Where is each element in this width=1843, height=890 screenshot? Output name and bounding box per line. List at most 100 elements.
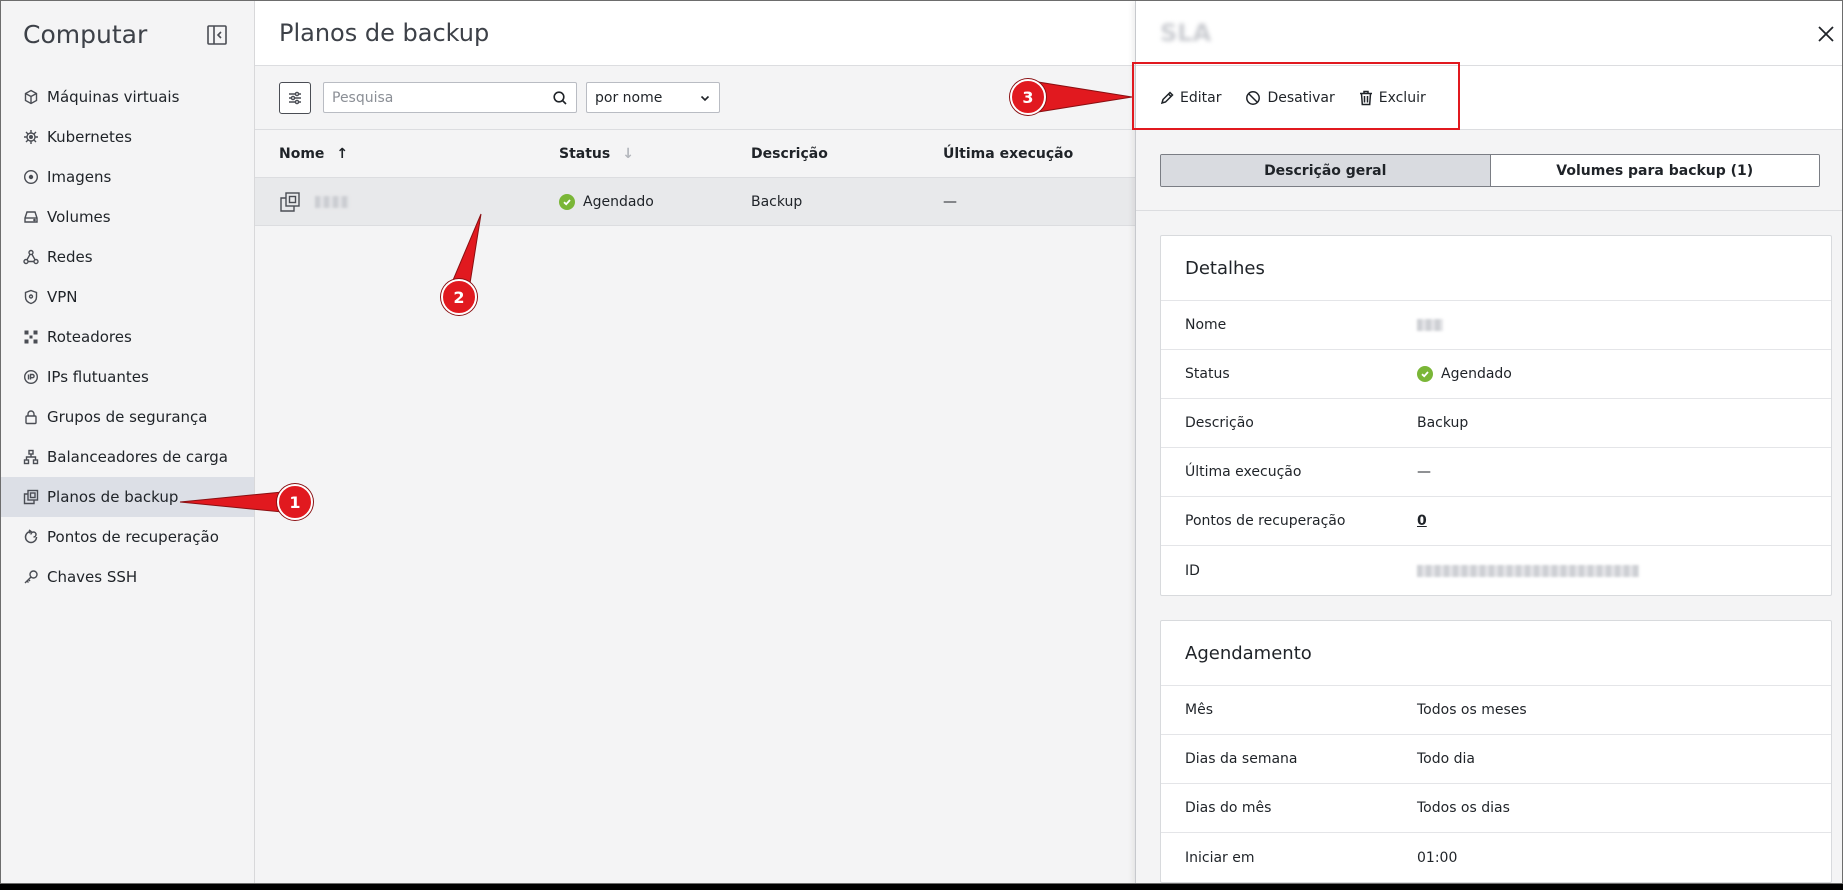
detail-panel: SLA Editar Desativar Excluir Descrição g… xyxy=(1135,1,1842,883)
sort-ascending-icon: ↑ xyxy=(336,145,349,162)
schedule-card-title: Agendamento xyxy=(1161,621,1831,686)
sidebar-item-planos-de-backup[interactable]: Planos de backup xyxy=(1,477,254,517)
schedule-value: 01:00 xyxy=(1417,849,1458,866)
sidebar-item-grupos-de-seguranca[interactable]: Grupos de segurança xyxy=(1,397,254,437)
load-balancer-icon xyxy=(23,449,39,465)
detail-key: Status xyxy=(1185,366,1230,382)
search-input[interactable] xyxy=(332,89,552,106)
redacted-name xyxy=(1417,319,1443,331)
main-content: Planos de backup por nome Nome ↑ Status … xyxy=(255,1,1135,883)
sidebar-item-label: Roteadores xyxy=(47,328,132,346)
tab-volumes-para-backup[interactable]: Volumes para backup (1) xyxy=(1489,155,1819,186)
edit-label: Editar xyxy=(1180,89,1222,106)
search-field xyxy=(323,82,577,113)
filter-button[interactable] xyxy=(279,81,311,114)
column-header-label: Status xyxy=(559,145,611,162)
status-text: Agendado xyxy=(583,193,654,210)
edit-button[interactable]: Editar xyxy=(1160,90,1221,106)
sidebar-item-label: VPN xyxy=(47,288,78,306)
sort-indicator-icon: ↓ xyxy=(622,145,634,162)
search-icon[interactable] xyxy=(552,90,568,106)
table-row[interactable]: Agendado Backup — xyxy=(255,178,1135,226)
schedule-card: Agendamento Mês Todos os meses Dias da s… xyxy=(1160,620,1832,883)
drive-icon xyxy=(23,209,39,225)
schedule-value: Todos os dias xyxy=(1417,800,1510,816)
backup-plan-icon xyxy=(280,191,300,212)
sidebar-item-imagens[interactable]: Imagens xyxy=(1,157,254,197)
schedule-key: Mês xyxy=(1185,702,1213,718)
sliders-icon xyxy=(289,91,301,104)
panel-header: SLA xyxy=(1136,1,1842,66)
floating-ip-icon xyxy=(23,369,39,385)
schedule-key: Iniciar em xyxy=(1185,849,1255,866)
detail-value xyxy=(1417,319,1443,331)
app-window: Computar Máquinas virtuais Kubernetes Im… xyxy=(0,0,1843,884)
collapse-sidebar-icon[interactable] xyxy=(205,23,229,47)
schedule-row-start-at: Iniciar em 01:00 xyxy=(1161,833,1831,882)
detail-row-status: Status Agendado xyxy=(1161,350,1831,399)
sidebar: Computar Máquinas virtuais Kubernetes Im… xyxy=(1,1,255,883)
sidebar-item-label: Grupos de segurança xyxy=(47,408,208,426)
disable-button[interactable]: Desativar xyxy=(1245,89,1335,106)
sidebar-nav: Máquinas virtuais Kubernetes Imagens Vol… xyxy=(1,77,254,597)
page-title: Planos de backup xyxy=(279,19,490,47)
column-header-last-run[interactable]: Última execução xyxy=(943,146,1135,162)
sidebar-item-pontos-de-recuperacao[interactable]: Pontos de recuperação xyxy=(1,517,254,557)
sidebar-item-redes[interactable]: Redes xyxy=(1,237,254,277)
network-icon xyxy=(23,249,39,265)
sidebar-item-label: Balanceadores de carga xyxy=(47,448,228,466)
column-header-name[interactable]: Nome ↑ xyxy=(255,146,559,162)
chevron-down-icon xyxy=(700,95,710,101)
sidebar-item-volumes[interactable]: Volumes xyxy=(1,197,254,237)
sidebar-item-maquinas-virtuais[interactable]: Máquinas virtuais xyxy=(1,77,254,117)
recovery-icon xyxy=(23,529,39,545)
disable-label: Desativar xyxy=(1267,89,1335,106)
sort-select[interactable]: por nome xyxy=(586,82,720,113)
schedule-row-weekdays: Dias da semana Todo dia xyxy=(1161,735,1831,784)
status-text: Agendado xyxy=(1441,366,1512,382)
sidebar-item-kubernetes[interactable]: Kubernetes xyxy=(1,117,254,157)
check-circle-icon xyxy=(1417,366,1433,382)
schedule-value: Todo dia xyxy=(1417,751,1475,767)
recovery-points-link[interactable]: 0 xyxy=(1417,513,1427,529)
sidebar-item-label: Imagens xyxy=(47,168,112,186)
cube-icon xyxy=(23,89,39,105)
close-icon[interactable] xyxy=(1812,20,1840,48)
panel-actions: Editar Desativar Excluir xyxy=(1136,66,1842,130)
main-header: Planos de backup xyxy=(255,1,1135,66)
delete-button[interactable]: Excluir xyxy=(1359,90,1426,106)
sidebar-item-chaves-ssh[interactable]: Chaves SSH xyxy=(1,557,254,597)
sidebar-item-vpn[interactable]: VPN xyxy=(1,277,254,317)
tab-descricao-geral[interactable]: Descrição geral xyxy=(1161,155,1490,186)
ban-icon xyxy=(1245,90,1261,106)
panel-tabs: Descrição geral Volumes para backup (1) xyxy=(1160,154,1820,187)
sidebar-item-label: Pontos de recuperação xyxy=(47,528,219,546)
lock-icon xyxy=(23,409,39,425)
panel-tabs-area: Descrição geral Volumes para backup (1) xyxy=(1136,130,1842,211)
schedule-key: Dias da semana xyxy=(1185,751,1298,767)
column-header-label: Nome xyxy=(279,145,325,162)
sidebar-item-label: Máquinas virtuais xyxy=(47,88,180,106)
column-header-description[interactable]: Descrição xyxy=(751,146,943,162)
column-header-status[interactable]: Status ↓ xyxy=(559,146,751,162)
detail-row-id: ID xyxy=(1161,546,1831,595)
sidebar-item-label: Volumes xyxy=(47,208,111,226)
shield-icon xyxy=(23,289,39,305)
detail-key: Última execução xyxy=(1185,464,1302,480)
row-description-cell: Backup xyxy=(751,193,803,210)
list-toolbar: por nome xyxy=(255,66,1135,130)
table-header: Nome ↑ Status ↓ Descrição Última execuçã… xyxy=(255,130,1135,178)
redacted-plan-name xyxy=(315,195,349,208)
sidebar-item-roteadores[interactable]: Roteadores xyxy=(1,317,254,357)
detail-key: Pontos de recuperação xyxy=(1185,513,1346,529)
backup-plans-icon xyxy=(23,489,39,505)
sidebar-item-label: Redes xyxy=(47,248,93,266)
detail-value: Backup xyxy=(1417,415,1469,431)
sidebar-item-balanceadores-de-carga[interactable]: Balanceadores de carga xyxy=(1,437,254,477)
trash-icon xyxy=(1359,90,1373,106)
disc-icon xyxy=(23,169,39,185)
details-card: Detalhes Nome Status Agendado Descrição … xyxy=(1160,235,1832,596)
row-last-run-cell: — xyxy=(943,193,957,210)
detail-row-last-run: Última execução — xyxy=(1161,448,1831,497)
sidebar-item-ips-flutuantes[interactable]: IPs flutuantes xyxy=(1,357,254,397)
